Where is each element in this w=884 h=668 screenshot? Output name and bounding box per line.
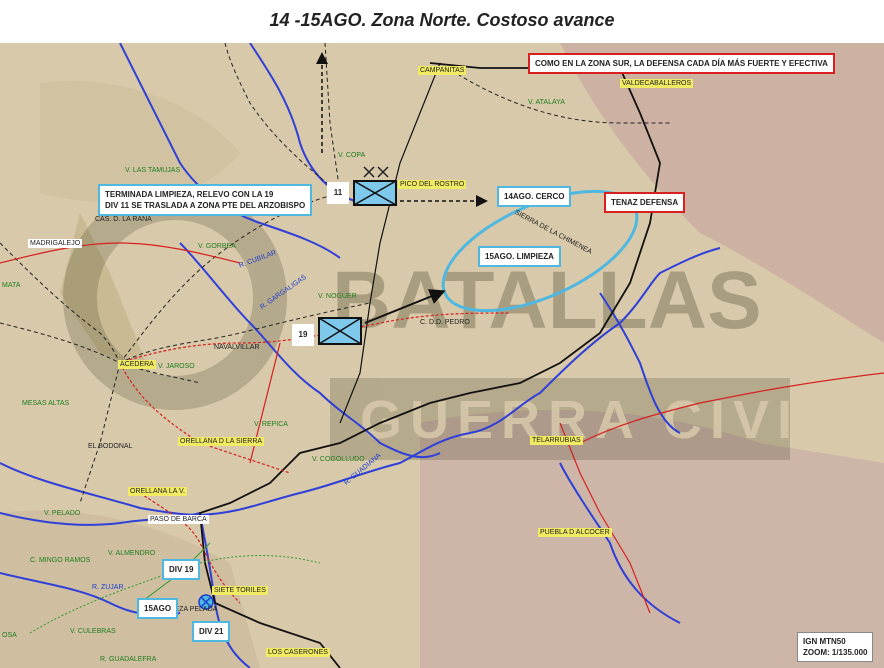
place-label: V. COGOLLUDO [312, 456, 365, 463]
place-label: ACEDERA [118, 360, 156, 369]
place-label: C. MINGO RAMOS [30, 557, 91, 564]
unit-19-symbol[interactable] [318, 317, 362, 345]
callout-relief-line1: TERMINADA LIMPIEZA, RELEVO CON LA 19 [105, 190, 274, 199]
place-label: V. COPA [338, 152, 366, 159]
map-panel[interactable]: BATALLAS GUERRA CIVIL CAMPANITAS VALDECA… [0, 43, 884, 668]
place-label: V. LAS TAMUJAS [125, 167, 181, 174]
place-label: V. JAROSO [158, 363, 195, 370]
place-label: TELARRUBIAS [530, 436, 583, 445]
place-label: R. ZUJAR [92, 584, 124, 591]
watermark-line2: GUERRA CIVIL [360, 390, 841, 450]
callout-limpieza: 15AGO. LIMPIEZA [478, 246, 561, 267]
watermark-line1: BATALLAS [332, 255, 762, 346]
place-label: V. ATALAYA [528, 99, 565, 106]
unit-11-label: 11 [327, 182, 349, 204]
place-label: V. GORBEA [198, 243, 236, 250]
place-label: OSA [2, 632, 17, 639]
callout-relief: TERMINADA LIMPIEZA, RELEVO CON LA 19 DIV… [98, 184, 313, 216]
place-label: MATA [2, 282, 21, 289]
page-title: 14 -15AGO. Zona Norte. Costoso avance [269, 10, 615, 30]
place-label: NAVALVILLAR [214, 344, 260, 351]
place-label: VALDECABALLEROS [620, 79, 694, 88]
callout-tenaz: TENAZ DEFENSA [604, 192, 686, 213]
place-label: V. ALMENDRO [108, 550, 156, 557]
map-source: IGN MTN50 [803, 637, 846, 646]
map-base: BATALLAS GUERRA CIVIL [0, 43, 884, 668]
place-label: MESAS ALTAS [22, 400, 70, 407]
map-zoom: ZOOM: 1/135.000 [803, 648, 868, 657]
place-label: CAS. D. LA RANA [95, 216, 152, 223]
place-label: LOS CASERONES [266, 648, 330, 657]
place-label: PICO DEL ROSTRO [398, 180, 467, 189]
place-label: ORELLANA D LA SIERRA [178, 437, 265, 446]
callout-south-zone: COMO EN LA ZONA SUR, LA DEFENSA CADA DÍA… [528, 53, 835, 74]
place-label: ORELLANA LA V. [128, 487, 187, 496]
place-label: V. CULEBRAS [70, 628, 116, 635]
place-label: EL BODONAL [88, 443, 133, 450]
place-label: PUEBLA D ALCOCER [538, 528, 612, 537]
map-scale-info: IGN MTN50 ZOOM: 1/135.000 [797, 632, 874, 662]
place-label: V. REPICA [254, 421, 288, 428]
place-label: R. GUADALEFRA [100, 656, 157, 663]
callout-cerco: 14AGO. CERCO [497, 186, 572, 207]
place-label: V. NOGUER [318, 293, 357, 300]
callout-div21: DIV 21 [192, 621, 231, 642]
unit-11-symbol[interactable] [352, 165, 400, 207]
place-label: CAMPANITAS [418, 66, 467, 75]
place-label: SIETE TORILES [212, 586, 268, 595]
callout-15ago: 15AGO [137, 598, 179, 619]
place-label: C. D.D. PEDRO [420, 319, 470, 326]
place-label: PASO DE BARCA [148, 515, 209, 524]
callout-div19: DIV 19 [162, 559, 201, 580]
callout-relief-line2: DIV 11 SE TRASLADA A ZONA PTE DEL ARZOBI… [105, 201, 306, 210]
place-label: V. PELADO [44, 510, 81, 517]
unit-19-label: 19 [292, 324, 314, 346]
place-label: MADRIGALEJO [28, 239, 83, 248]
